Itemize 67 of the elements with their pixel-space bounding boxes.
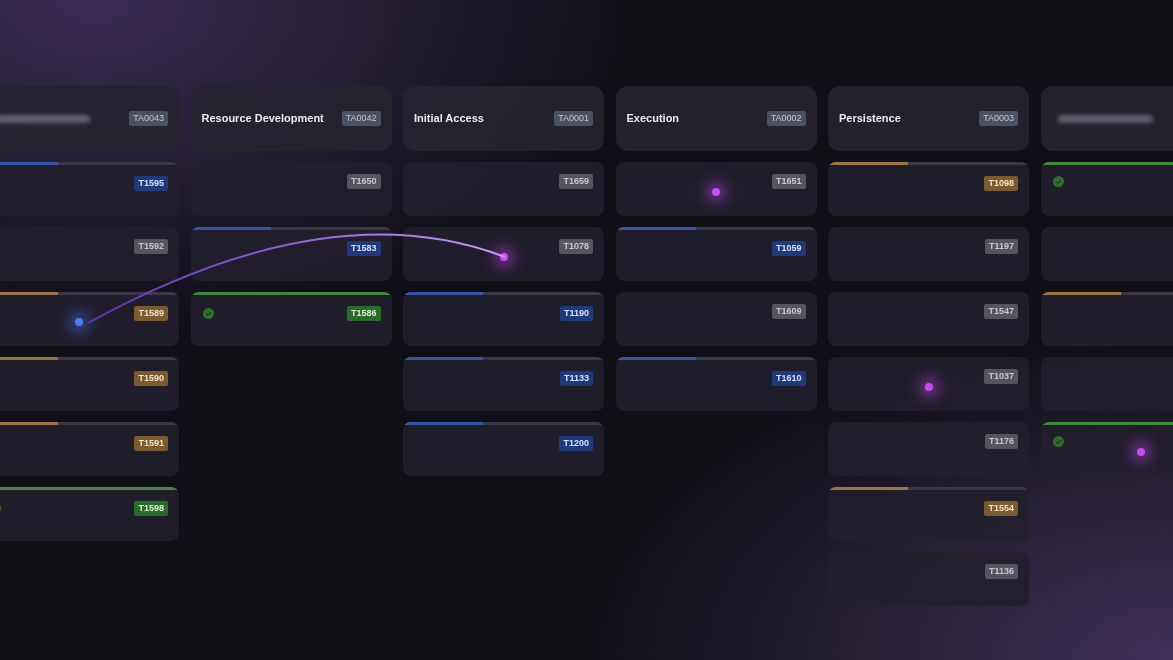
technique-card[interactable]: T1098 <box>828 162 1029 216</box>
technique-id: T1651 <box>771 174 806 189</box>
technique-card[interactable]: T1659 <box>403 162 604 216</box>
technique-card[interactable]: T1059 <box>615 227 817 281</box>
tactic-title: Initial Access <box>414 111 484 127</box>
tactic-id: TA0003 <box>979 111 1018 126</box>
technique-id: T1589 <box>134 306 168 321</box>
technique-card[interactable]: T1078 <box>403 227 604 281</box>
technique-card[interactable]: T1136 <box>828 552 1029 606</box>
tactic-header[interactable]: Execution TA0002 <box>615 86 817 151</box>
technique-card[interactable]: T1197 <box>828 227 1029 281</box>
technique-id: T1197 <box>984 239 1018 254</box>
technique-id: T1583 <box>346 241 381 256</box>
technique-card[interactable]: T1190 <box>403 292 604 346</box>
tactic-header[interactable]: Resource Development TA0042 <box>190 86 392 151</box>
technique-id: T1190 <box>559 306 593 321</box>
tactic-title: Execution <box>626 111 680 127</box>
technique-card[interactable]: T1176 <box>828 422 1029 476</box>
technique-card[interactable]: T1133 <box>403 357 604 411</box>
technique-id: T1037 <box>984 369 1018 384</box>
tactic-id: TA0043 <box>129 111 168 126</box>
technique-id: T1650 <box>346 174 381 189</box>
tactic-id: TA0002 <box>766 111 806 126</box>
technique-id: T1554 <box>984 501 1018 516</box>
technique-id: T1098 <box>984 176 1018 191</box>
technique-card[interactable]: T1586 <box>190 292 392 346</box>
technique-card[interactable]: T1200 <box>403 422 604 476</box>
technique-id: T1609 <box>771 304 806 319</box>
technique-card[interactable]: T1650 <box>190 162 392 216</box>
technique-card[interactable]: T1547 <box>828 292 1029 346</box>
technique-card[interactable]: T1590 <box>0 357 179 411</box>
technique-id: T1590 <box>134 371 168 386</box>
technique-card[interactable]: T1589 <box>0 292 179 346</box>
technique-card[interactable]: T1651 <box>615 162 817 216</box>
technique-card[interactable]: T1591 <box>0 422 179 476</box>
technique-id: T1598 <box>134 501 168 516</box>
technique-id: T1200 <box>559 436 593 451</box>
technique-id: T1059 <box>771 241 806 256</box>
technique-card[interactable]: T1583 <box>190 227 392 281</box>
technique-id: T1592 <box>134 239 168 254</box>
technique-id: T1591 <box>134 436 168 451</box>
technique-id: T1610 <box>771 371 806 386</box>
check-icon <box>202 308 214 319</box>
technique-id: T1136 <box>984 564 1018 579</box>
technique-card[interactable]: T1592 <box>0 227 179 281</box>
tactic-id: TA0001 <box>554 111 593 126</box>
tactic-id: TA0042 <box>341 111 381 126</box>
technique-card[interactable]: T1598 <box>0 487 179 541</box>
technique-id: T1133 <box>559 371 593 386</box>
tactic-title: Resource Development <box>201 111 324 127</box>
technique-id: T1078 <box>559 239 593 254</box>
technique-card[interactable]: T1595 <box>0 162 179 216</box>
technique-card[interactable]: T1554 <box>828 487 1029 541</box>
technique-card[interactable]: T1037 <box>828 357 1029 411</box>
tactic-title: Persistence <box>839 111 901 127</box>
technique-id: T1586 <box>346 306 381 321</box>
technique-id: T1595 <box>134 176 168 191</box>
tactic-header[interactable]: TA0043 <box>0 86 179 151</box>
technique-id: T1176 <box>984 434 1018 449</box>
technique-id: T1659 <box>559 174 593 189</box>
technique-card[interactable]: T1610 <box>615 357 817 411</box>
check-icon <box>1052 176 1064 187</box>
check-icon <box>1052 436 1064 447</box>
technique-card[interactable]: T1609 <box>615 292 817 346</box>
technique-id: T1547 <box>984 304 1018 319</box>
tactic-header[interactable]: Persistence TA0003 <box>828 86 1029 151</box>
tactic-header[interactable]: Initial Access TA0001 <box>403 86 604 151</box>
